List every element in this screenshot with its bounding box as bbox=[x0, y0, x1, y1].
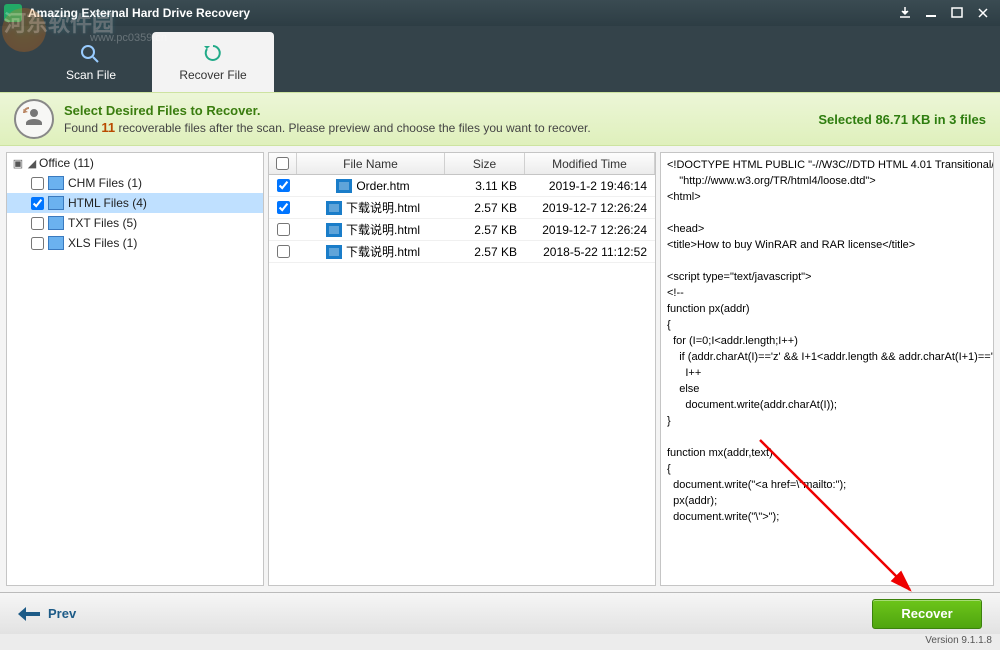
minimize-button[interactable] bbox=[918, 3, 944, 23]
file-size: 3.11 KB bbox=[445, 179, 525, 193]
file-name: Order.htm bbox=[356, 179, 409, 193]
tree-item-label: CHM Files (1) bbox=[68, 176, 142, 190]
tree-item[interactable]: HTML Files (4) bbox=[7, 193, 263, 213]
selection-summary: Selected 86.71 KB in 3 files bbox=[818, 112, 986, 127]
tree-item-label: TXT Files (5) bbox=[68, 216, 137, 230]
html-file-icon bbox=[326, 201, 342, 215]
html-file-icon bbox=[326, 245, 342, 259]
titlebar: Amazing External Hard Drive Recovery bbox=[0, 0, 1000, 26]
folder-icon bbox=[48, 236, 64, 250]
prev-button[interactable]: Prev bbox=[18, 606, 76, 621]
file-time: 2019-12-7 12:26:24 bbox=[525, 201, 655, 215]
file-list-header: File Name Size Modified Time bbox=[269, 153, 655, 175]
version-label: Version 9.1.1.8 bbox=[0, 634, 1000, 650]
file-row[interactable]: 下载说明.html 2.57 KB2018-5-22 11:12:52 bbox=[269, 241, 655, 263]
scan-icon bbox=[78, 42, 104, 64]
download-icon[interactable] bbox=[892, 3, 918, 23]
collapse-icon[interactable]: ▣ bbox=[11, 157, 25, 170]
tree-item[interactable]: TXT Files (5) bbox=[7, 213, 263, 233]
recover-icon bbox=[200, 42, 226, 64]
banner-count: 11 bbox=[101, 120, 115, 135]
folder-icon bbox=[48, 176, 64, 190]
tree-root[interactable]: ▣ ◢ Office (11) bbox=[7, 153, 263, 173]
file-checkbox[interactable] bbox=[277, 245, 290, 258]
file-checkbox[interactable] bbox=[277, 179, 290, 192]
banner-prefix: Found bbox=[64, 121, 101, 135]
category-tree[interactable]: ▣ ◢ Office (11) CHM Files (1) HTML Files … bbox=[6, 152, 264, 586]
file-time: 2019-1-2 19:46:14 bbox=[525, 179, 655, 193]
tree-item-label: HTML Files (4) bbox=[68, 196, 147, 210]
file-checkbox[interactable] bbox=[277, 201, 290, 214]
file-time: 2018-5-22 11:12:52 bbox=[525, 245, 655, 259]
file-row[interactable]: 下载说明.html 2.57 KB2019-12-7 12:26:24 bbox=[269, 219, 655, 241]
expand-triangle-icon[interactable]: ◢ bbox=[25, 157, 39, 170]
app-title: Amazing External Hard Drive Recovery bbox=[28, 6, 892, 20]
preview-pane[interactable]: <!DOCTYPE HTML PUBLIC "-//W3C//DTD HTML … bbox=[660, 152, 994, 586]
tree-item-checkbox[interactable] bbox=[31, 197, 44, 210]
banner-text: Select Desired Files to Recover. Found 1… bbox=[64, 103, 818, 135]
file-checkbox[interactable] bbox=[277, 223, 290, 236]
file-size: 2.57 KB bbox=[445, 223, 525, 237]
file-size: 2.57 KB bbox=[445, 245, 525, 259]
file-row[interactable]: 下载说明.html 2.57 KB2019-12-7 12:26:24 bbox=[269, 197, 655, 219]
banner-heading: Select Desired Files to Recover. bbox=[64, 103, 818, 118]
file-row[interactable]: Order.htm 3.11 KB2019-1-2 19:46:14 bbox=[269, 175, 655, 197]
tab-recover-file[interactable]: Recover File bbox=[152, 32, 274, 92]
banner-suffix: recoverable files after the scan. Please… bbox=[115, 121, 591, 135]
file-time: 2019-12-7 12:26:24 bbox=[525, 223, 655, 237]
app-icon bbox=[4, 4, 22, 22]
tree-item-checkbox[interactable] bbox=[31, 237, 44, 250]
tree-item-checkbox[interactable] bbox=[31, 177, 44, 190]
main-area: ▣ ◢ Office (11) CHM Files (1) HTML Files … bbox=[0, 146, 1000, 592]
tree-root-label: Office (11) bbox=[39, 156, 94, 170]
html-file-icon bbox=[336, 179, 352, 193]
file-name: 下载说明.html bbox=[346, 243, 420, 260]
file-name: 下载说明.html bbox=[346, 221, 420, 238]
tree-item-checkbox[interactable] bbox=[31, 217, 44, 230]
banner-icon bbox=[14, 99, 54, 139]
file-list[interactable]: File Name Size Modified Time Order.htm 3.… bbox=[268, 152, 656, 586]
folder-icon bbox=[48, 216, 64, 230]
tab-scan-label: Scan File bbox=[66, 68, 116, 82]
tree-item[interactable]: XLS Files (1) bbox=[7, 233, 263, 253]
column-modified[interactable]: Modified Time bbox=[525, 153, 655, 174]
html-file-icon bbox=[326, 223, 342, 237]
select-all-checkbox[interactable] bbox=[269, 153, 297, 174]
file-name: 下载说明.html bbox=[346, 199, 420, 216]
info-banner: Select Desired Files to Recover. Found 1… bbox=[0, 92, 1000, 146]
arrow-left-icon bbox=[18, 607, 40, 621]
folder-icon bbox=[48, 196, 64, 210]
prev-label: Prev bbox=[48, 606, 76, 621]
close-button[interactable] bbox=[970, 3, 996, 23]
tree-item-label: XLS Files (1) bbox=[68, 236, 137, 250]
tab-strip: Scan File Recover File bbox=[0, 26, 1000, 92]
tab-scan-file[interactable]: Scan File bbox=[30, 32, 152, 92]
file-size: 2.57 KB bbox=[445, 201, 525, 215]
tree-item[interactable]: CHM Files (1) bbox=[7, 173, 263, 193]
column-filename[interactable]: File Name bbox=[297, 153, 445, 174]
maximize-button[interactable] bbox=[944, 3, 970, 23]
column-size[interactable]: Size bbox=[445, 153, 525, 174]
tab-recover-label: Recover File bbox=[179, 68, 246, 82]
recover-button[interactable]: Recover bbox=[872, 599, 982, 629]
footer: Prev Recover bbox=[0, 592, 1000, 634]
